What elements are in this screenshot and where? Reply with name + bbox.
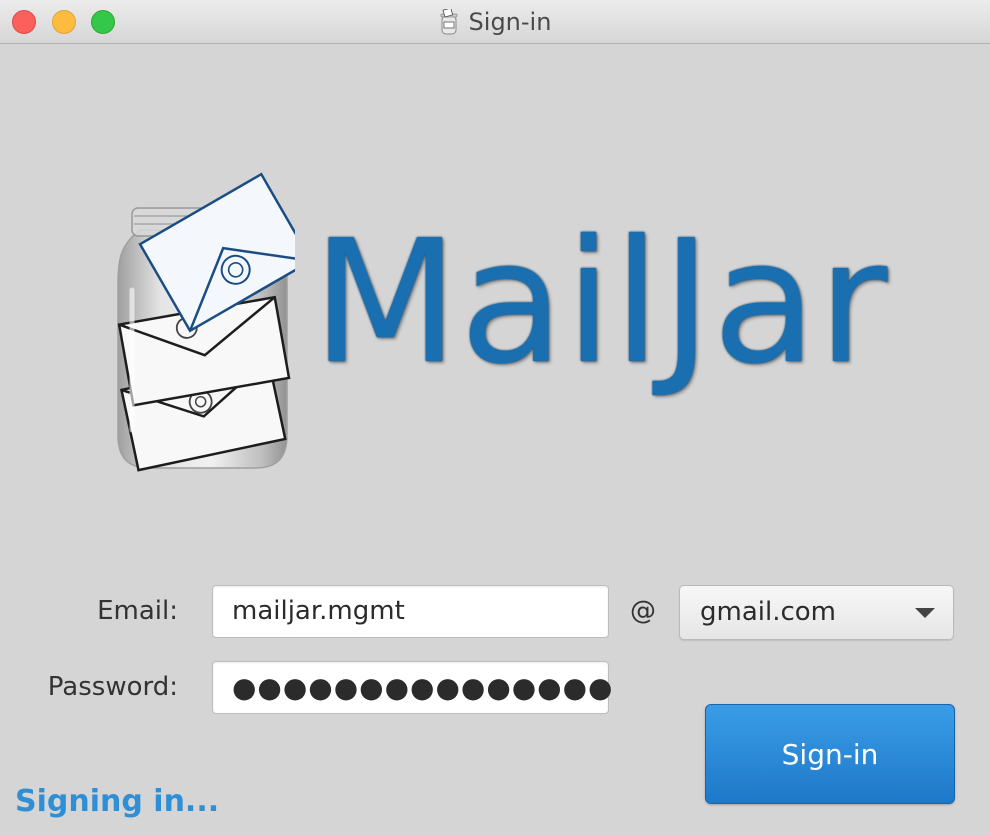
mail-jar-icon [440, 9, 457, 35]
app-logo-wordmark: MailJar [312, 204, 889, 402]
email-domain-select[interactable]: gmail.com [679, 585, 954, 640]
at-sign-label: @ [630, 596, 656, 626]
title-bar: Sign-in [0, 0, 990, 44]
email-domain-value: gmail.com [700, 597, 837, 627]
chevron-down-icon [915, 608, 935, 618]
password-field[interactable]: ●●●●●●●●●●●●●●● [212, 661, 612, 714]
email-field[interactable]: mailjar.mgmt [212, 585, 609, 638]
window-title: Sign-in [468, 8, 552, 36]
window-title-group: Sign-in [0, 0, 990, 44]
email-label: Email: [97, 596, 178, 626]
sign-in-button[interactable]: Sign-in [705, 704, 955, 804]
password-label: Password: [47, 672, 178, 702]
status-message: Signing in... [15, 784, 220, 819]
mail-jar-icon [117, 172, 295, 472]
